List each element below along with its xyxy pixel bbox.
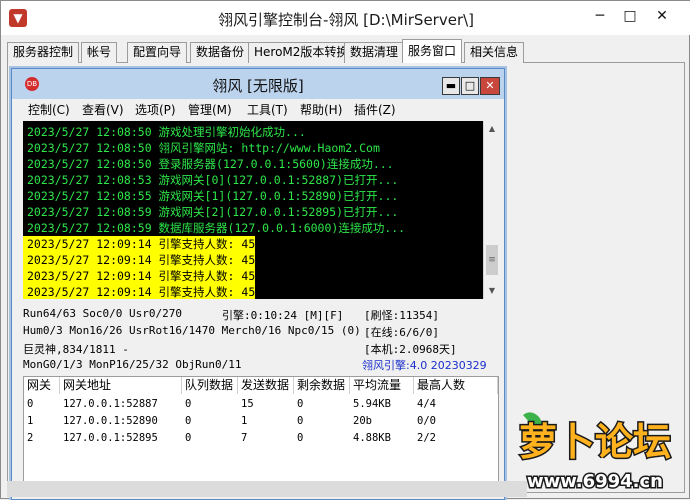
cell-address: 127.0.0.1:52895 [63,432,158,444]
child-window-title: 翎风 [无限版] [212,77,304,95]
menu-control[interactable]: 控制(C) [28,101,70,118]
child-window: DB 翎风 [无限版] ▬ □ ✕ 控制(C) 查看(V) 选项(P) 管理(M… [11,68,505,500]
stat-hum: Hum0/3 Mon16/26 UsrRot16/1470 Merch0/16 … [23,324,361,337]
tab-related-info[interactable]: 相关信息 [464,42,525,63]
log-line: 2023/5/27 12:08:55 游戏网关[1](127.0.0.1:528… [27,189,399,203]
log-line: 2023/5/27 12:08:50 登录服务器(127.0.0.1:5600)… [27,157,394,171]
cell-max: 2/2 [417,432,436,444]
cell-gateway: 0 [27,398,34,410]
menu-bar: 控制(C) 查看(V) 选项(P) 管理(M) 工具(T) 帮助(H) 插件(Z… [12,99,504,119]
tab-data-cleanup[interactable]: 数据清理 [344,42,405,63]
log-line: 2023/5/27 12:08:50 游戏处理引擎初始化成功... [27,125,306,139]
title-bar[interactable]: ▼ 翎风引擎控制台-翎风 [D:\MirServer\] ─ □ ✕ [1,1,690,35]
forum-watermark-logo: 萝卜论坛 www.6994.cn [517,412,673,494]
menu-manage[interactable]: 管理(M) [188,101,232,118]
log-line: 2023/5/27 12:08:53 游戏网关[0](127.0.0.1:528… [27,173,399,187]
stat-mon: MonG0/1/3 MonP16/25/32 ObjRun0/11 [23,358,242,371]
menu-plugins[interactable]: 插件(Z) [354,101,396,118]
col-remaining-data[interactable]: 剩余数据 [294,377,350,394]
cell-avg: 5.94KB [353,398,391,410]
status-strip [7,481,527,497]
watermark-brand: 萝卜论坛 [519,420,671,464]
cell-gateway: 1 [27,415,34,427]
main-window: ▼ 翎风引擎控制台-翎风 [D:\MirServer\] ─ □ ✕ 服务器控制… [0,0,690,500]
col-max-users[interactable]: 最高人数 [414,377,498,394]
tab-herom2-convert[interactable]: HeroM2版本转换 [248,42,355,63]
tab-server-control[interactable]: 服务器控制 [7,42,80,63]
log-line-highlighted: 2023/5/27 12:09:14 引擎支持人数: 45 [23,284,256,299]
stat-engine-time: 引擎:0:10:24 [M][F] [222,309,344,322]
gateway-table[interactable]: 网关 网关地址 队列数据 发送数据 剩余数据 平均流量 最高人数 0 127.0… [23,376,499,497]
scroll-thumb[interactable]: ≡ [486,245,498,275]
log-scrollbar[interactable]: ▲ ≡ ▼ [483,121,499,299]
tab-service-window[interactable]: 服务窗口 [402,39,463,64]
cell-address: 127.0.0.1:52887 [63,398,158,410]
watermark-url: www.6994.cn [527,471,663,492]
col-queue-data[interactable]: 队列数据 [182,377,238,394]
child-maximize-button[interactable]: □ [461,77,479,95]
scroll-down-icon[interactable]: ▼ [484,283,500,299]
stat-run: Run64/63 Soc0/0 Usr0/270 [23,307,182,320]
menu-options[interactable]: 选项(P) [135,101,176,118]
cell-queue: 0 [185,432,192,444]
log-line: 2023/5/27 12:08:50 翎风引擎网站: http://www.Ha… [27,141,380,155]
menu-view[interactable]: 查看(V) [82,101,124,118]
maximize-button[interactable]: □ [615,5,645,29]
tab-config-wizard[interactable]: 配置向导 [127,42,188,63]
stat-local: [本机:2.0968天] [364,343,457,356]
col-send-data[interactable]: 发送数据 [238,377,294,394]
cell-max: 0/0 [417,415,436,427]
cell-send: 1 [241,415,248,427]
col-avg-traffic[interactable]: 平均流量 [350,377,414,394]
child-title-bar[interactable]: DB 翎风 [无限版] ▬ □ ✕ [12,69,504,99]
stat-giant: 巨灵神,834/1811 - [23,343,129,356]
cell-avg: 20b [353,415,372,427]
cell-send: 15 [241,398,254,410]
cell-send: 7 [241,432,248,444]
col-gateway-address[interactable]: 网关地址 [60,377,182,394]
scroll-up-icon[interactable]: ▲ [484,121,500,137]
cell-remaining: 0 [297,432,304,444]
tab-bar: 服务器控制 帐号 配置向导 数据备份 HeroM2版本转换 数据清理 服务窗口 … [7,39,685,64]
cell-avg: 4.88KB [353,432,391,444]
log-line-highlighted: 2023/5/27 12:09:14 引擎支持人数: 45 [23,252,256,268]
log-line-highlighted: 2023/5/27 12:09:14 引擎支持人数: 45 [23,236,256,252]
minimize-button[interactable]: ─ [585,5,615,29]
log-line: 2023/5/27 12:08:59 数据库服务器(127.0.0.1:6000… [27,221,406,235]
close-button[interactable]: ✕ [647,5,677,29]
menu-help[interactable]: 帮助(H) [300,101,342,118]
cell-gateway: 2 [27,432,34,444]
tab-data-backup[interactable]: 数据备份 [190,42,251,63]
cell-max: 4/4 [417,398,436,410]
child-minimize-button[interactable]: ▬ [442,77,460,95]
col-gateway[interactable]: 网关 [24,377,60,394]
menu-tools[interactable]: 工具(T) [247,101,288,118]
child-close-button[interactable]: ✕ [480,77,500,95]
cell-queue: 0 [185,398,192,410]
cell-remaining: 0 [297,398,304,410]
stat-refresh: [刷怪:11354] [364,309,439,322]
cell-address: 127.0.0.1:52890 [63,415,158,427]
engine-version: 翎风引擎:4.0 20230329 [362,359,487,372]
stat-online: [在线:6/6/0] [364,326,439,339]
log-console[interactable]: 2023/5/27 12:08:50 游戏处理引擎初始化成功... 2023/5… [23,121,483,299]
log-line-highlighted: 2023/5/27 12:09:14 引擎支持人数: 45 [23,268,256,284]
cell-remaining: 0 [297,415,304,427]
cell-queue: 0 [185,415,192,427]
log-line: 2023/5/27 12:08:59 游戏网关[2](127.0.0.1:528… [27,205,399,219]
tab-account[interactable]: 帐号 [81,42,118,63]
